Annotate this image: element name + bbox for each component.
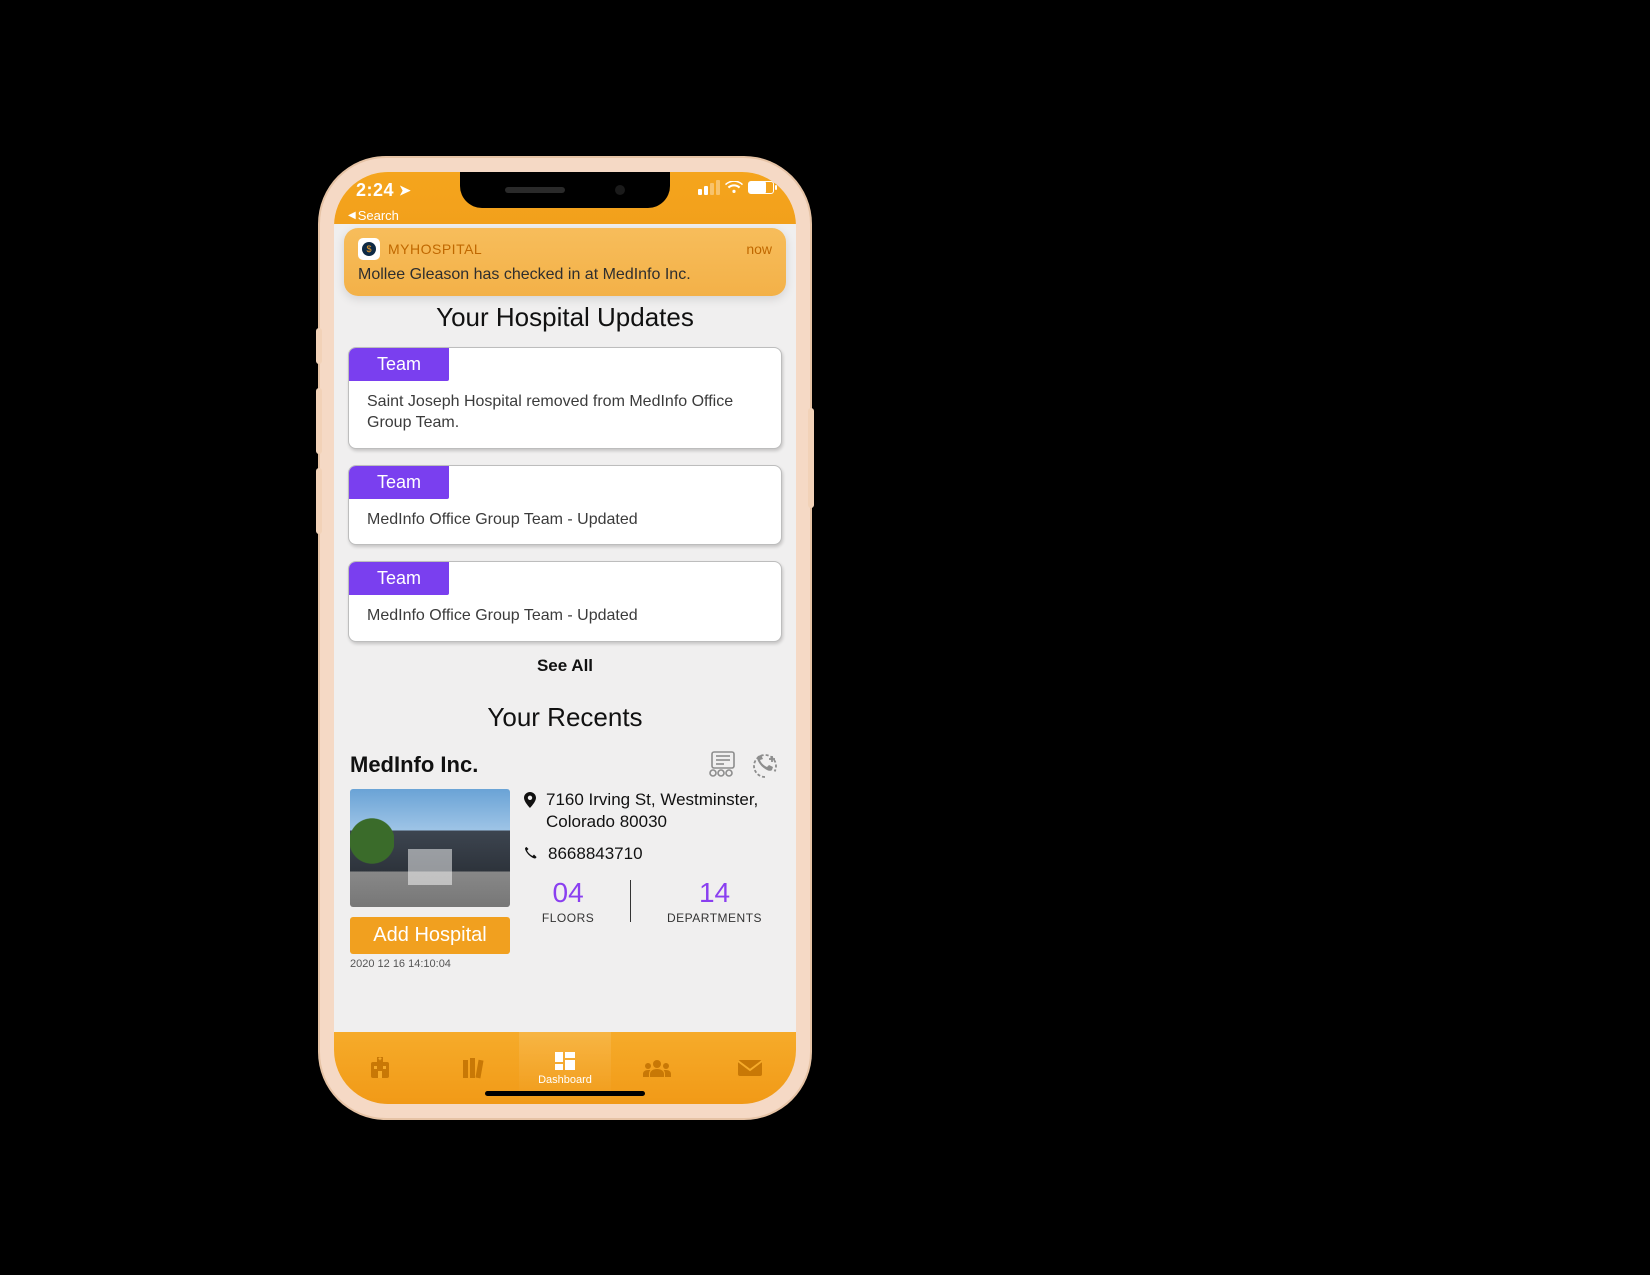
back-label: Search [358, 208, 399, 223]
tab-messages[interactable] [704, 1032, 796, 1104]
main-content[interactable]: Your Hospital Updates Team Saint Joseph … [334, 296, 796, 1032]
tab-hospital[interactable] [334, 1032, 426, 1104]
update-tag: Team [349, 348, 449, 381]
floors-label: FLOORS [542, 911, 594, 925]
hospital-icon [367, 1056, 393, 1080]
update-card[interactable]: Team MedInfo Office Group Team - Updated [348, 561, 782, 642]
volume-button [316, 468, 322, 534]
svg-text:$: $ [366, 244, 371, 254]
map-pin-icon [524, 792, 536, 808]
back-triangle-icon: ◀ [348, 210, 356, 221]
volume-button [316, 388, 322, 454]
hospital-phone[interactable]: 8668843710 [548, 843, 643, 865]
books-icon [460, 1056, 486, 1080]
update-text: MedInfo Office Group Team - Updated [349, 499, 781, 531]
dashboard-icon [553, 1050, 577, 1072]
update-text: MedInfo Office Group Team - Updated [349, 595, 781, 627]
departments-label: DEPARTMENTS [667, 911, 762, 925]
volume-button [316, 328, 322, 364]
notification-banner[interactable]: $ MYHOSPITAL now Mollee Gleason has chec… [344, 228, 786, 296]
recents-title: Your Recents [342, 702, 788, 733]
update-card[interactable]: Team Saint Joseph Hospital removed from … [348, 347, 782, 449]
hospital-photo [350, 789, 510, 907]
hospital-address: 7160 Irving St, Westminster, Colorado 80… [546, 789, 780, 833]
signal-icon [698, 180, 720, 195]
stat-divider [630, 880, 631, 922]
notch [460, 172, 670, 208]
add-call-icon[interactable] [750, 751, 780, 779]
phone-icon [524, 846, 538, 860]
news-group-icon[interactable] [706, 751, 736, 779]
wifi-icon [725, 181, 743, 194]
update-tag: Team [349, 466, 449, 499]
update-tag: Team [349, 562, 449, 595]
floors-value: 04 [542, 877, 594, 909]
departments-value: 14 [667, 877, 762, 909]
screen: 2:24 ➤ ◀ Search $ MYHOSPITAL now Mollee … [334, 172, 796, 1104]
notification-time: now [746, 241, 772, 257]
battery-icon [748, 181, 774, 194]
notification-body: Mollee Gleason has checked in at MedInfo… [358, 266, 772, 284]
people-icon [642, 1057, 672, 1079]
floors-stat: 04 FLOORS [542, 877, 594, 925]
departments-stat: 14 DEPARTMENTS [667, 877, 762, 925]
add-hospital-button[interactable]: Add Hospital [350, 917, 510, 954]
see-all-link[interactable]: See All [342, 656, 788, 676]
envelope-icon [736, 1058, 764, 1078]
home-indicator[interactable] [485, 1091, 645, 1096]
timestamp-peek: 2020 12 16 14:10:04 [342, 954, 788, 970]
updates-title: Your Hospital Updates [342, 302, 788, 333]
recent-hospital-name: MedInfo Inc. [350, 752, 706, 778]
update-card[interactable]: Team MedInfo Office Group Team - Updated [348, 465, 782, 546]
back-to-search[interactable]: ◀ Search [348, 208, 399, 223]
power-button [808, 408, 814, 508]
notification-app-icon: $ [358, 238, 380, 260]
location-arrow-icon: ➤ [399, 182, 411, 199]
update-text: Saint Joseph Hospital removed from MedIn… [349, 381, 781, 434]
phone-frame: 2:24 ➤ ◀ Search $ MYHOSPITAL now Mollee … [320, 158, 810, 1118]
notification-app-name: MYHOSPITAL [388, 241, 738, 257]
status-time: 2:24 [356, 180, 394, 201]
tab-label: Dashboard [538, 1074, 592, 1086]
